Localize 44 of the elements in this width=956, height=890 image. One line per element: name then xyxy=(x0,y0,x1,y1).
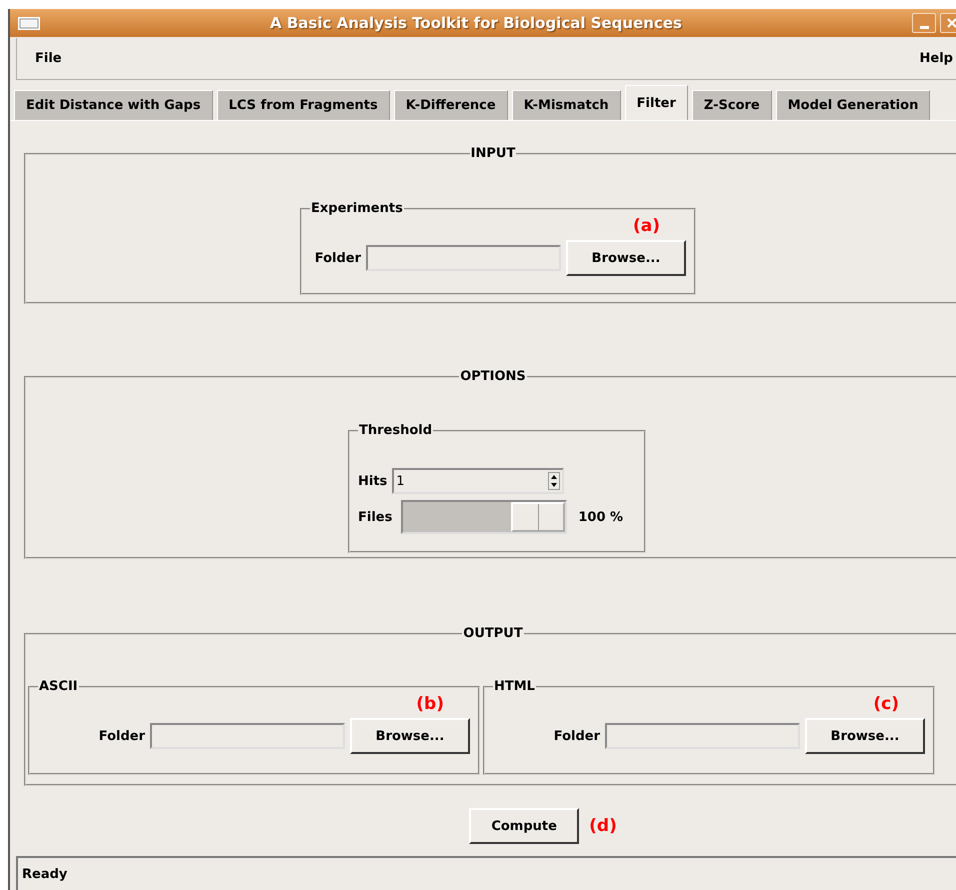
slider-thumb[interactable] xyxy=(511,502,566,532)
status-bar: Ready xyxy=(16,856,956,890)
menu-item[interactable]: File xyxy=(35,51,62,66)
field-label: Files xyxy=(358,510,392,524)
tab[interactable]: Model Generation xyxy=(776,90,930,120)
folder-field[interactable] xyxy=(366,245,561,271)
group-title: ASCII xyxy=(38,679,79,694)
tab[interactable]: K-Difference xyxy=(394,90,508,120)
menu-item[interactable]: Help xyxy=(920,51,953,66)
group-title: Experiments xyxy=(310,201,404,216)
folder-field[interactable] xyxy=(605,723,800,749)
group-title: OPTIONS xyxy=(459,369,527,384)
spin-arrows-icon[interactable] xyxy=(548,472,560,490)
spinbox-value: 1 xyxy=(396,474,405,488)
field-label: Hits xyxy=(358,474,388,488)
hits-spinbox[interactable]: 1 xyxy=(392,468,564,494)
window-icon xyxy=(18,16,40,30)
slider-reading: 100 % xyxy=(578,510,624,524)
browse-button[interactable]: Browse... xyxy=(805,718,925,754)
field-label: Folder xyxy=(554,728,600,744)
browse-button[interactable]: Browse... xyxy=(566,240,686,276)
field-label: Folder xyxy=(314,250,361,266)
close-icon xyxy=(947,18,956,28)
minimize-icon xyxy=(920,26,928,28)
annotation-label: (b) xyxy=(416,694,444,714)
folder-field[interactable] xyxy=(150,723,345,749)
group-title: HTML xyxy=(493,679,536,694)
tab[interactable]: Edit Distance with Gaps xyxy=(14,90,213,120)
tab[interactable]: K-Mismatch xyxy=(512,90,621,120)
compute-button[interactable]: Compute xyxy=(469,808,580,844)
tab[interactable]: Filter xyxy=(624,85,688,120)
browse-button[interactable]: Browse... xyxy=(350,718,470,754)
window-title: A Basic Analysis Toolkit for Biological Sequences xyxy=(269,14,683,32)
annotation-label: (d) xyxy=(589,816,617,836)
group-title: INPUT xyxy=(470,146,516,161)
tab[interactable]: LCS from Fragments xyxy=(216,90,390,120)
tab[interactable]: Z-Score xyxy=(692,90,772,120)
annotation-label: (a) xyxy=(632,216,660,236)
minimize-button[interactable] xyxy=(912,13,936,33)
group-title: OUTPUT xyxy=(462,626,524,641)
field-label: Folder xyxy=(98,728,145,744)
group-title: Threshold xyxy=(358,423,434,438)
slider-track[interactable] xyxy=(401,500,568,534)
annotation-label: (c) xyxy=(873,694,899,714)
